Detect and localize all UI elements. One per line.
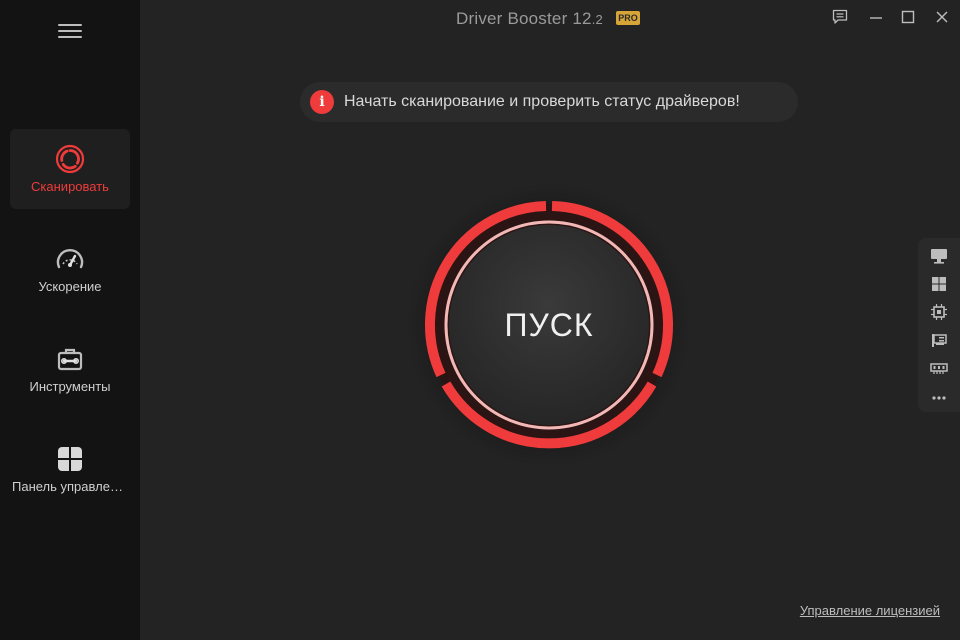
start-scan-button[interactable]: ПУСК xyxy=(457,233,641,417)
feedback-button[interactable] xyxy=(828,6,852,28)
scan-icon xyxy=(55,144,85,174)
device-category-panel xyxy=(918,238,960,412)
sidebar-item-label: Инструменты xyxy=(29,379,111,394)
more-icon[interactable] xyxy=(929,388,949,408)
minimize-button[interactable] xyxy=(864,6,888,28)
chip-icon[interactable] xyxy=(929,302,949,322)
info-icon: i xyxy=(310,90,334,114)
sidebar-item-scan[interactable]: Сканировать xyxy=(10,129,130,209)
sidebar-item-label: Ускорение xyxy=(38,279,102,294)
sidebar-item-control-panel[interactable]: Панель управления xyxy=(10,429,130,509)
scan-dial: ПУСК xyxy=(404,180,694,470)
windows-icon[interactable] xyxy=(929,274,949,294)
network-card-icon[interactable] xyxy=(929,330,949,350)
sidebar-item-speedup[interactable]: Ускорение xyxy=(10,229,130,309)
sidebar-item-label: Панель управления xyxy=(12,479,130,494)
close-icon xyxy=(936,11,948,23)
speedometer-icon xyxy=(56,249,84,269)
minimize-icon xyxy=(870,17,882,19)
maximize-button[interactable] xyxy=(896,6,920,28)
feedback-icon xyxy=(832,9,848,24)
license-management-link[interactable]: Управление лицензией xyxy=(800,603,940,618)
grid-icon xyxy=(58,447,82,471)
notice-text: Начать сканирование и проверить статус д… xyxy=(344,93,740,110)
pro-badge: PRO xyxy=(616,11,640,25)
scan-notice-banner: i Начать сканирование и проверить статус… xyxy=(300,82,798,122)
monitor-icon[interactable] xyxy=(929,246,949,266)
toolbox-icon xyxy=(57,348,83,371)
maximize-icon xyxy=(901,10,915,24)
sidebar-item-tools[interactable]: Инструменты xyxy=(10,329,130,409)
close-button[interactable] xyxy=(930,6,954,28)
sidebar: Сканировать Ускорение Инструменты Панель… xyxy=(0,0,140,640)
main-area: Driver Booster 12.2 PRO i Начать сканиро… xyxy=(140,0,960,640)
memory-icon[interactable] xyxy=(929,358,949,378)
sidebar-item-label: Сканировать xyxy=(31,179,109,194)
hamburger-menu-icon[interactable] xyxy=(58,24,82,40)
app-title: Driver Booster 12.2 xyxy=(456,9,603,28)
